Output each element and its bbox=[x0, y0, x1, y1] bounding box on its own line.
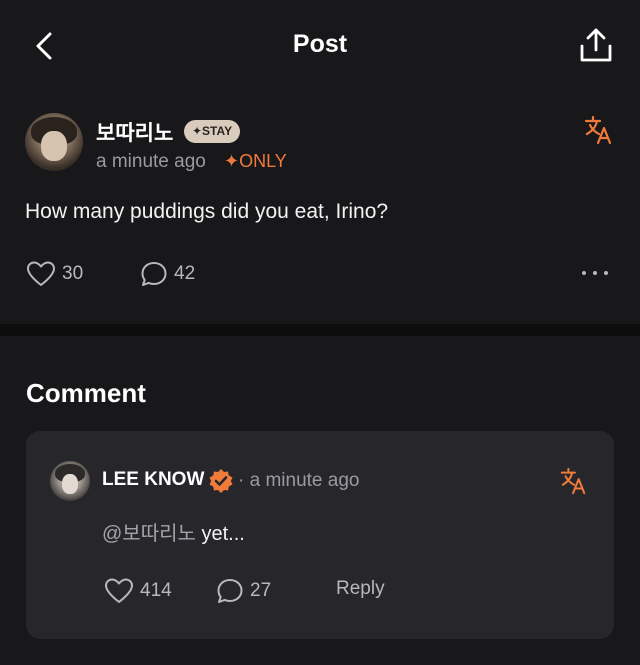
comment-heading: Comment bbox=[26, 378, 146, 408]
comment-reply-count: 27 bbox=[250, 580, 272, 601]
post-timestamp: a minute ago bbox=[96, 151, 206, 172]
more-options-button[interactable] bbox=[580, 260, 610, 286]
comment-like-button[interactable]: 414 bbox=[104, 577, 172, 605]
comment-bubble-icon bbox=[217, 579, 243, 603]
comment-translate-button[interactable] bbox=[560, 467, 588, 495]
comment-count: 42 bbox=[174, 263, 196, 284]
verified-badge bbox=[208, 468, 234, 494]
reply-button[interactable]: Reply bbox=[336, 578, 385, 600]
translate-icon bbox=[584, 115, 612, 145]
comment-author-name[interactable]: LEE KNOW bbox=[102, 469, 204, 491]
translate-button[interactable] bbox=[584, 115, 614, 145]
translate-icon bbox=[560, 467, 586, 495]
comment-text: @보따리노 yet... bbox=[102, 517, 245, 546]
like-count: 30 bbox=[62, 263, 84, 284]
heart-icon bbox=[27, 261, 55, 286]
stay-badge: ✦STAY bbox=[184, 120, 241, 143]
comment-bubble-icon bbox=[141, 262, 167, 286]
heart-icon bbox=[105, 578, 133, 603]
comment-replies-button[interactable]: 27 bbox=[216, 577, 271, 605]
post: 보따리노 ✦STAY a minute ago ✦ONLY How many p… bbox=[0, 92, 640, 324]
comment-body: yet... bbox=[195, 523, 245, 545]
page-title: Post bbox=[292, 30, 348, 58]
more-dots-icon bbox=[582, 271, 608, 275]
comment-timestamp: · a minute ago bbox=[238, 470, 360, 491]
share-button[interactable] bbox=[576, 26, 616, 66]
avatar[interactable] bbox=[25, 113, 83, 171]
section-divider bbox=[0, 324, 640, 336]
comment-like-count: 414 bbox=[140, 580, 172, 601]
like-button[interactable]: 30 bbox=[26, 260, 83, 288]
share-icon bbox=[580, 28, 612, 62]
post-author-name[interactable]: 보따리노 bbox=[96, 117, 173, 147]
comment-avatar[interactable] bbox=[50, 461, 90, 501]
verified-badge-icon bbox=[209, 469, 233, 493]
comment-card: LEE KNOW · a minute ago @보따리노 yet... 414 bbox=[26, 431, 614, 639]
post-text: How many puddings did you eat, Irino? bbox=[25, 200, 389, 223]
only-label: ✦ONLY bbox=[224, 151, 287, 171]
comment-mention[interactable]: @보따리노 bbox=[102, 523, 196, 545]
top-bar: Post bbox=[0, 0, 640, 92]
comment-button[interactable]: 42 bbox=[140, 260, 195, 288]
